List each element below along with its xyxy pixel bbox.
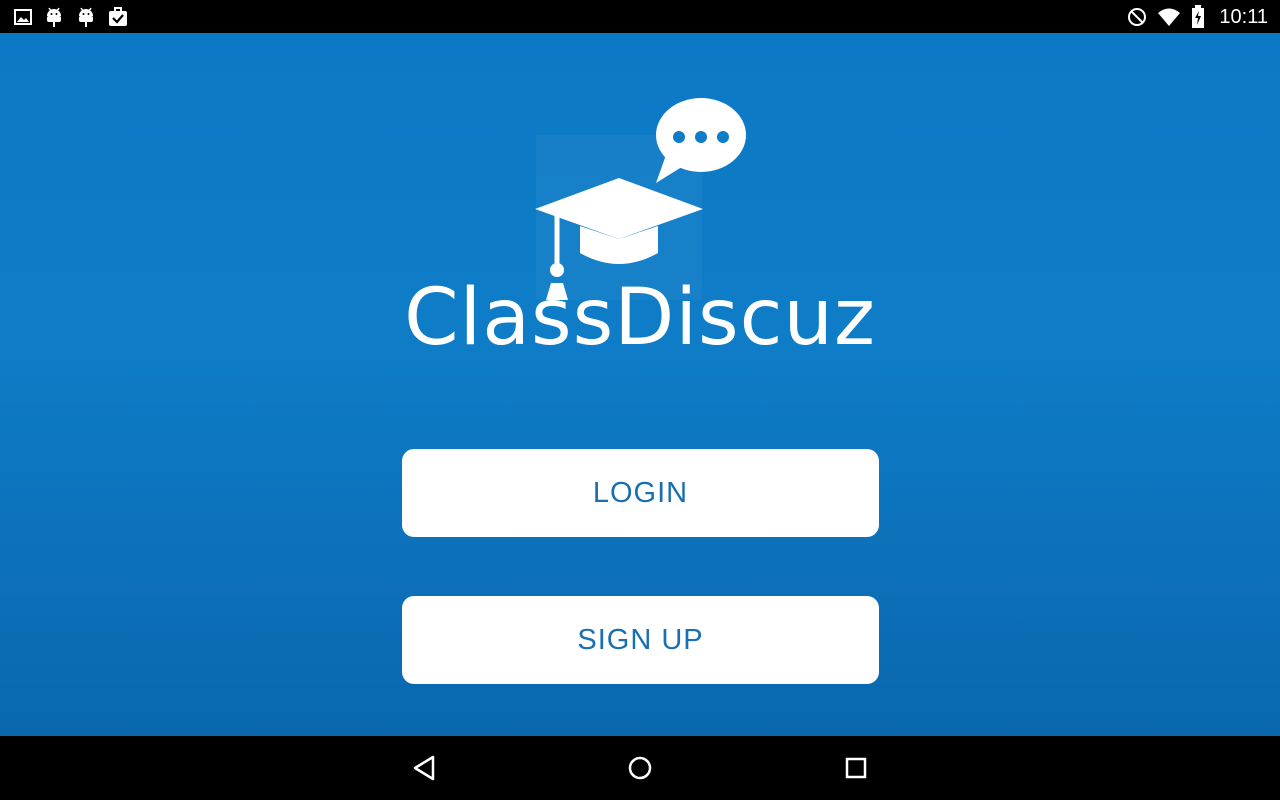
signup-button[interactable]: SIGN UP <box>402 596 879 684</box>
do-not-disturb-icon <box>1127 7 1147 27</box>
status-bar: 10:11 <box>0 0 1280 33</box>
app-name: ClassDiscuz <box>404 273 876 363</box>
login-button[interactable]: LOGIN <box>402 449 879 537</box>
image-notification-icon <box>14 8 32 26</box>
home-icon[interactable] <box>626 754 654 782</box>
notification-icons <box>14 6 128 28</box>
battery-charging-icon <box>1191 5 1205 29</box>
system-icons: 10:11 <box>1127 4 1268 30</box>
android-debug-icon <box>44 6 64 28</box>
back-icon[interactable] <box>411 754 439 782</box>
splash-screen: ClassDiscuz LOGIN SIGN UP <box>0 33 1280 736</box>
graduation-cap-chat-icon <box>530 93 750 303</box>
clock: 10:11 <box>1219 5 1268 28</box>
navigation-bar <box>0 736 1280 800</box>
recents-icon[interactable] <box>842 754 870 782</box>
wifi-icon <box>1157 7 1181 27</box>
android-debug-icon <box>76 6 96 28</box>
task-check-icon <box>108 7 128 27</box>
